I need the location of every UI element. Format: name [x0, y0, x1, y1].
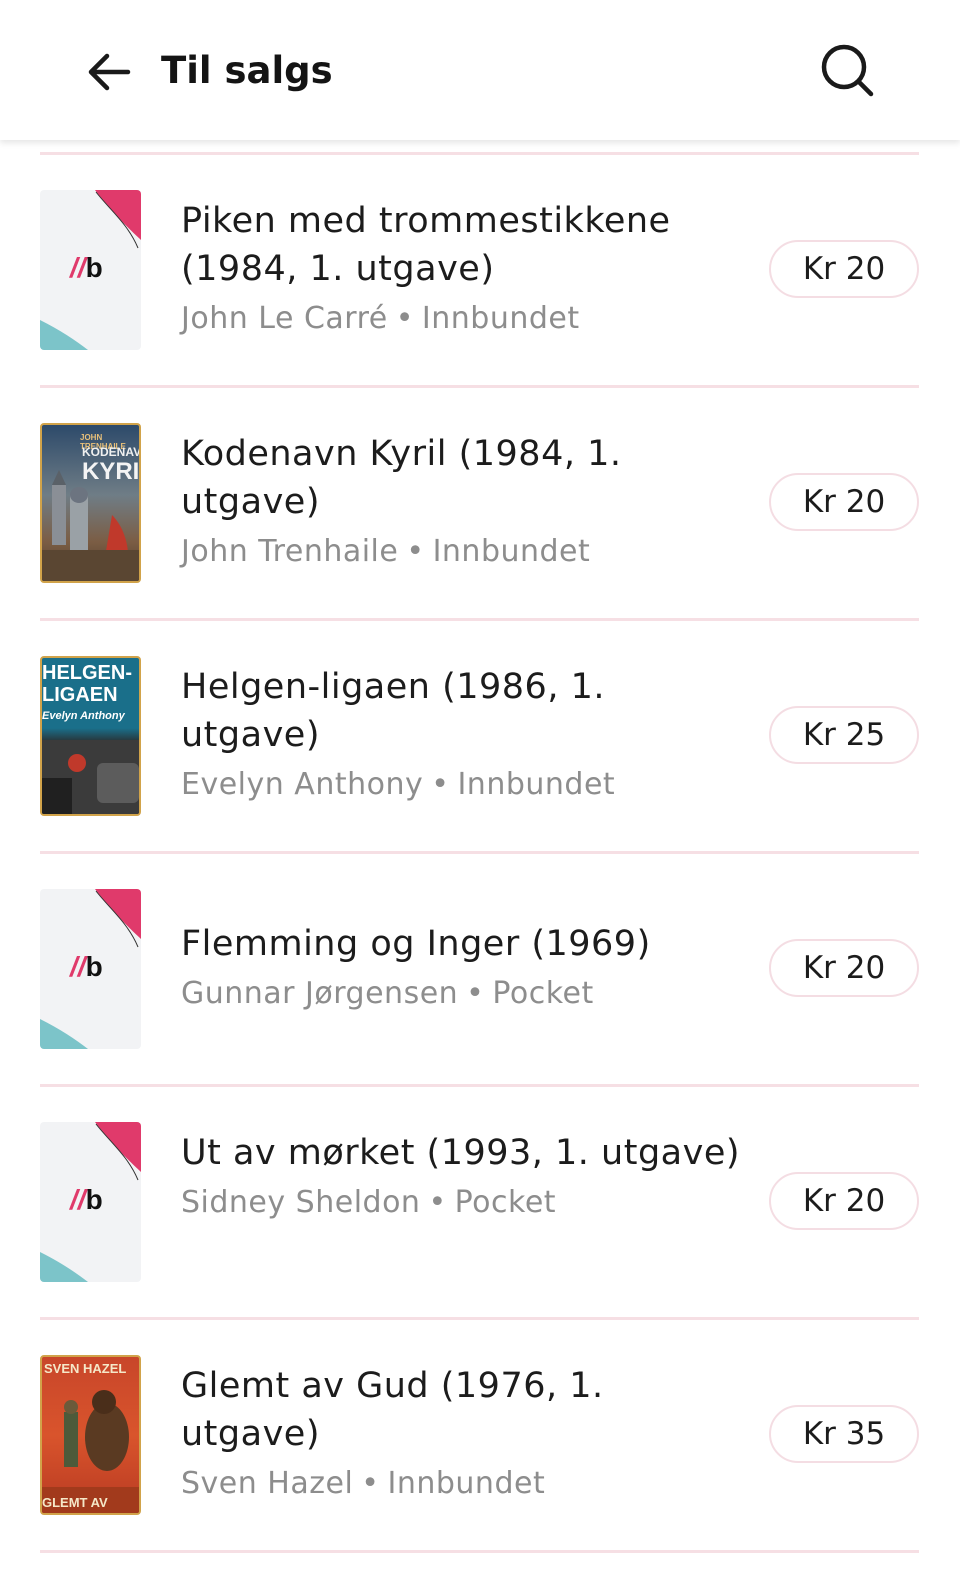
book-cover: JOHN TRENHAILE KODENAVN KYRIL [40, 423, 141, 583]
book-format: Innbundet [421, 301, 580, 336]
book-title: Kodenavn Kyril (1984, 1. utgave) [181, 434, 622, 522]
book-author: John Trenhaile [181, 534, 399, 569]
book-cover: HELGEN- LIGAEN Evelyn Anthony [40, 656, 141, 816]
list-item[interactable]: //b Flemming og Inger (1969) Gunnar Jørg… [40, 854, 919, 1087]
book-format: Innbundet [457, 767, 616, 802]
search-icon [821, 44, 874, 97]
book-meta: John Le Carré • Innbundet [181, 301, 580, 336]
listing-list: //b Piken med trommestikkene (1984, 1. u… [40, 152, 919, 1553]
app-bar: Til salgs [0, 0, 960, 140]
book-format: Innbundet [387, 1466, 546, 1501]
book-meta: John Trenhaile • Innbundet [181, 534, 591, 569]
book-meta: Gunnar Jørgensen • Pocket [181, 976, 594, 1011]
book-title: Flemming og Inger (1969) [181, 924, 651, 964]
list-item[interactable]: SVEN HAZEL GLEMT AV GUD Glemt av Gud (19… [40, 1320, 919, 1553]
book-cover-placeholder: //b [40, 190, 141, 350]
book-format: Innbundet [432, 534, 591, 569]
price-badge[interactable]: Kr 35 [769, 1405, 919, 1463]
price-badge[interactable]: Kr 20 [769, 939, 919, 997]
price-badge[interactable]: Kr 20 [769, 240, 919, 298]
logo: //b [70, 951, 103, 982]
price-badge[interactable]: Kr 20 [769, 1172, 919, 1230]
book-title: Glemt av Gud (1976, 1. utgave) [181, 1366, 604, 1454]
price-badge[interactable]: Kr 20 [769, 473, 919, 531]
arrow-left-icon [88, 53, 131, 91]
back-button[interactable] [78, 44, 138, 100]
book-author: John Le Carré [181, 301, 388, 336]
logo: //b [70, 252, 103, 283]
book-meta: Evelyn Anthony • Innbundet [181, 767, 616, 802]
book-format: Pocket [492, 976, 594, 1011]
list-item[interactable]: JOHN TRENHAILE KODENAVN KYRIL Kodenavn K… [40, 388, 919, 621]
book-cover-placeholder: //b [40, 1122, 141, 1282]
book-author: Gunnar Jørgensen [181, 976, 459, 1011]
book-meta: Sven Hazel • Innbundet [181, 1466, 546, 1501]
book-title: Piken med trommestikkene (1984, 1. utgav… [181, 201, 671, 289]
book-author: Evelyn Anthony [181, 767, 424, 802]
book-cover: SVEN HAZEL GLEMT AV GUD [40, 1355, 141, 1515]
book-author: Sidney Sheldon [181, 1185, 421, 1220]
list-item[interactable]: HELGEN- LIGAEN Evelyn Anthony Helgen-lig… [40, 621, 919, 854]
logo: //b [70, 1184, 103, 1215]
book-title: Helgen-ligaen (1986, 1. utgave) [181, 667, 605, 755]
book-cover-placeholder: //b [40, 889, 141, 1049]
search-button[interactable] [812, 38, 884, 104]
book-meta: Sidney Sheldon • Pocket [181, 1185, 557, 1220]
page-title: Til salgs [161, 49, 333, 92]
price-badge[interactable]: Kr 25 [769, 706, 919, 764]
book-author: Sven Hazel [181, 1466, 354, 1501]
list-item[interactable]: //b Ut av mørket (1993, 1. utgave) Sidne… [40, 1087, 919, 1320]
book-format: Pocket [454, 1185, 557, 1220]
book-title: Ut av mørket (1993, 1. utgave) [181, 1133, 741, 1173]
list-item[interactable]: //b Piken med trommestikkene (1984, 1. u… [40, 155, 919, 388]
